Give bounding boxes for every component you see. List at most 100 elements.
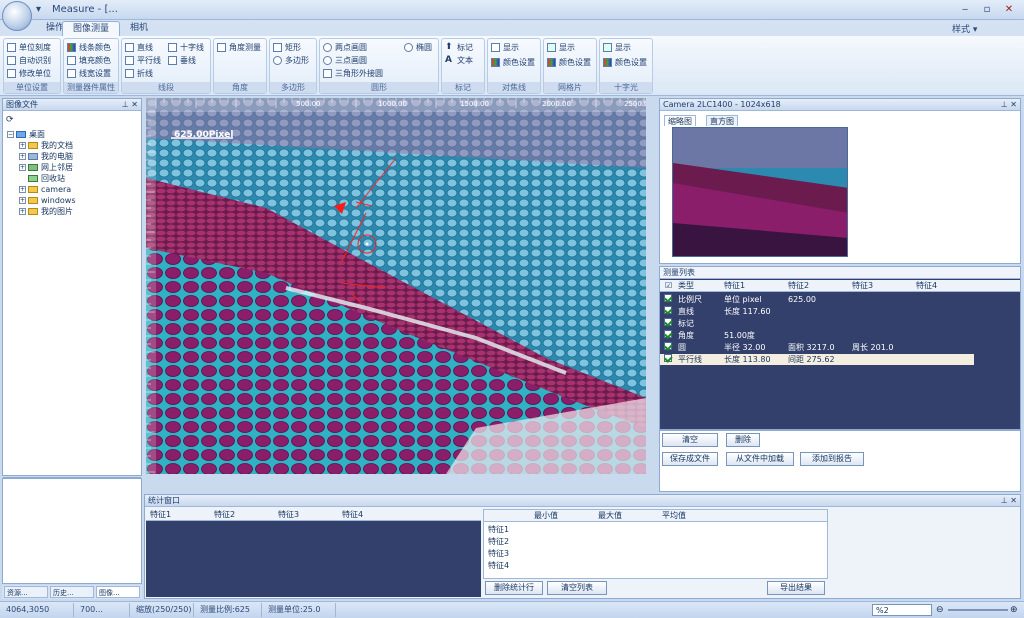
collapse-icon[interactable]: − [7, 131, 14, 138]
tree-item-pictures[interactable]: + 我的图片 [7, 206, 141, 217]
expand-icon[interactable]: + [19, 164, 26, 171]
tab-image[interactable]: 图像... [96, 586, 140, 598]
three-point-circle-button[interactable]: 三点画圆 [323, 55, 367, 67]
parallel-icon [125, 56, 134, 65]
group-mark: ⬆ 标记 A 文本 标记 [441, 38, 485, 94]
tree-item-network[interactable]: + 网上邻居 [7, 162, 141, 173]
col-f3: 特征3 [852, 281, 874, 290]
thumbnail-image[interactable] [672, 127, 848, 257]
expand-icon[interactable]: + [19, 186, 26, 193]
polygon-tool-button[interactable]: 多边形 [273, 55, 309, 67]
checkbox-checked-icon[interactable] [664, 354, 672, 362]
group-label: 角度 [214, 82, 266, 93]
maximize-icon[interactable]: ▫ [976, 2, 998, 17]
grid-show-checkbox[interactable]: 显示 [547, 42, 575, 54]
zoom-combo[interactable]: %2 [872, 604, 932, 616]
pin-icon[interactable]: ⊥ ✕ [122, 99, 138, 111]
tab-camera[interactable]: 相机 [120, 21, 158, 36]
app-menu-button[interactable] [2, 1, 32, 31]
line-width-button[interactable]: 线宽设置 [67, 68, 111, 80]
tab-image-measure[interactable]: 图像测量 [62, 21, 121, 36]
minimize-icon[interactable]: ‒ [954, 2, 976, 17]
status-position: 700... [76, 603, 130, 617]
checkbox-checked-icon[interactable] [664, 306, 672, 314]
angle-tool-button[interactable]: 角度测量 [217, 42, 261, 54]
refresh-icon[interactable]: ⟳ [6, 115, 14, 125]
clear-list-button[interactable]: 清空列表 [547, 581, 607, 595]
text-tool-button[interactable]: A 文本 [445, 55, 473, 67]
change-unit-button[interactable]: 修改单位 [7, 68, 51, 80]
line-tool-button[interactable]: 直线 [125, 42, 153, 54]
pin-icon[interactable]: ⊥ ✕ [1001, 99, 1017, 111]
tab-resources[interactable]: 资源... [4, 586, 48, 598]
measure-row[interactable]: 比例尺 单位 pixel 625.00 [660, 294, 1020, 305]
auto-detect-button[interactable]: 自动识别 [7, 55, 51, 67]
expand-icon[interactable]: + [19, 208, 26, 215]
zoom-out-icon[interactable]: ⊖ [936, 604, 944, 616]
tab-thumbnail[interactable]: 缩略图 [664, 115, 696, 126]
crosshair-color-button[interactable]: 颜色设置 [603, 57, 647, 69]
close-icon[interactable]: ✕ [998, 2, 1020, 17]
zoom-slider[interactable] [948, 609, 1008, 611]
stats-right-grid[interactable]: 最小值 最大值 平均值 特征1 特征2 特征3 特征4 [483, 509, 828, 579]
tree-item-recycle[interactable]: 回收站 [7, 173, 141, 184]
fill-color-button[interactable]: 填充颜色 [67, 55, 111, 67]
rectangle-tool-button[interactable]: 矩形 [273, 42, 301, 54]
tree-item-desktop[interactable]: − 桌面 [7, 129, 141, 140]
stats-left-grid[interactable]: 特征1 特征2 特征3 特征4 [146, 509, 481, 597]
clear-button[interactable]: 清空 [662, 433, 718, 447]
window-title: Measure - [... [52, 4, 118, 15]
line-color-button[interactable]: 线条颜色 [67, 42, 111, 54]
polyline-tool-button[interactable]: 折线 [125, 68, 153, 80]
tab-histogram[interactable]: 直方图 [706, 115, 738, 126]
style-menu[interactable]: 样式 ▾ [952, 22, 977, 35]
export-results-button[interactable]: 导出结果 [767, 581, 825, 595]
ellipse-tool-button[interactable]: 椭圆 [404, 42, 432, 54]
measure-row[interactable]: 角度 51.00度 [660, 330, 1020, 341]
add-to-report-button[interactable]: 添加到报告 [800, 452, 864, 466]
mark-tool-button[interactable]: ⬆ 标记 [445, 42, 473, 54]
tab-history[interactable]: 历史... [50, 586, 94, 598]
ruler-label: 1500.00 [460, 100, 489, 108]
zoom-in-icon[interactable]: ⊕ [1010, 604, 1018, 616]
expand-icon[interactable]: + [19, 142, 26, 149]
quick-access-toolbar[interactable]: ▾ [36, 4, 41, 15]
folder-icon [28, 197, 38, 204]
checkbox-checked-icon[interactable] [664, 294, 672, 302]
grid-color-button[interactable]: 颜色设置 [547, 57, 591, 69]
tree-item-computer[interactable]: + 我的电脑 [7, 151, 141, 162]
tree-item-windows[interactable]: + windows [7, 195, 141, 206]
focus-line-show-checkbox[interactable]: 显示 [491, 42, 519, 54]
delete-button[interactable]: 删除 [726, 433, 760, 447]
two-point-circle-button[interactable]: 两点画圆 [323, 42, 367, 54]
group-device-properties: 线条颜色 填充颜色 线宽设置 测量器件属性 [63, 38, 119, 94]
measure-row[interactable]: 标记 [660, 318, 1020, 329]
crosshair-show-checkbox[interactable]: 显示 [603, 42, 631, 54]
unit-scale-button[interactable]: 单位刻度 [7, 42, 51, 54]
delete-stats-row-button[interactable]: 删除统计行 [485, 581, 543, 595]
measure-row-selected[interactable]: 平行线 长度 113.80 间距 275.62 [660, 354, 974, 365]
load-from-file-button[interactable]: 从文件中加载 [726, 452, 794, 466]
parallel-tool-button[interactable]: 平行线 [125, 55, 161, 67]
palette-icon [67, 43, 76, 52]
col-check: ☑ [665, 281, 673, 290]
measure-row[interactable]: 直线 长度 117.60 [660, 306, 1020, 317]
palette-icon [491, 58, 500, 67]
checkbox-checked-icon[interactable] [664, 342, 672, 350]
tree-item-camera[interactable]: + camera [7, 184, 141, 195]
checkbox-checked-icon[interactable] [664, 330, 672, 338]
measure-row[interactable]: 圆半径 32.00 面积 3217.0 周长 201.0 [660, 342, 1020, 353]
ribbon: 单位刻度 自动识别 修改单位 单位设置 线条颜色 填充颜色 线宽设置 测量器件属… [0, 36, 1024, 96]
focus-line-color-button[interactable]: 颜色设置 [491, 57, 535, 69]
triangle-circumcircle-button[interactable]: 三角形外接圆 [323, 68, 383, 80]
checkbox-checked-icon[interactable] [664, 318, 672, 326]
tree-item-documents[interactable]: + 我的文档 [7, 140, 141, 151]
expand-icon[interactable]: + [19, 197, 26, 204]
expand-icon[interactable]: + [19, 153, 26, 160]
col-f4: 特征4 [916, 281, 938, 290]
save-to-file-button[interactable]: 保存成文件 [662, 452, 718, 466]
pin-icon[interactable]: ⊥ ✕ [1001, 495, 1017, 507]
crosshair-tool-button[interactable]: 十字线 [168, 42, 204, 54]
image-viewer[interactable]: 625.00Pixel 500.00 1000.00 1500.00 2000.… [146, 98, 646, 474]
perpendicular-tool-button[interactable]: 垂线 [168, 55, 196, 67]
